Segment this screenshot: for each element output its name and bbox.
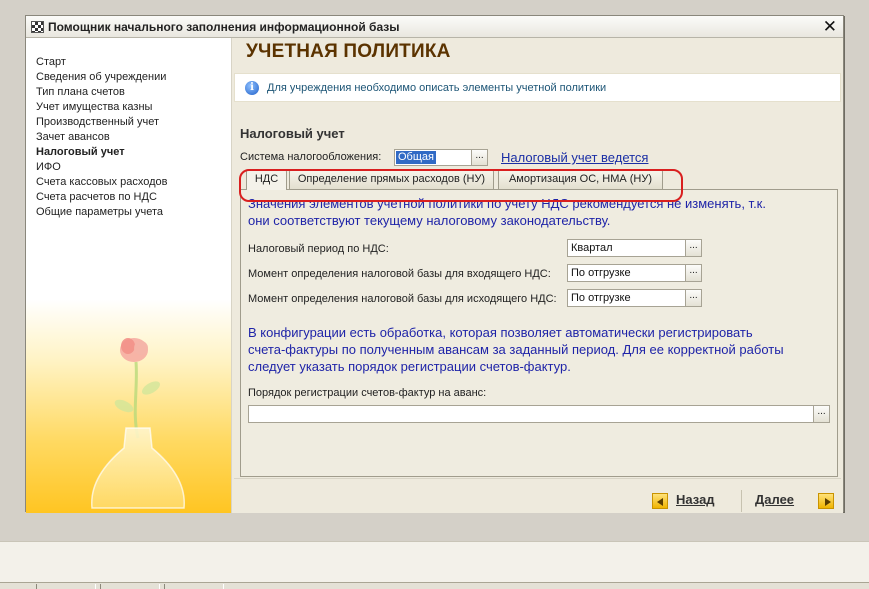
vat-note-line-2: они соответствуют текущему налоговому за… (248, 213, 611, 228)
sidebar-item-vat-accounts[interactable]: Счета расчетов по НДС (36, 190, 167, 205)
sidebar-nav: Старт Сведения об учреждении Тип плана с… (36, 55, 167, 220)
sidebar-item-tax-accounting[interactable]: Налоговый учет (36, 145, 167, 160)
page-title: УЧЕТНАЯ ПОЛИТИКА (246, 41, 451, 62)
assistant-window: Помощник начального заполнения информаци… (25, 15, 844, 513)
taskbar-button[interactable] (36, 584, 96, 589)
next-button[interactable]: Далее (755, 492, 794, 507)
sidebar-item-advances-offset[interactable]: Зачет авансов (36, 130, 167, 145)
sidebar-item-treasury-property[interactable]: Учет имущества казны (36, 100, 167, 115)
info-text: Для учреждения необходимо описать элемен… (267, 82, 607, 94)
tax-system-select-button[interactable]: ... (471, 149, 488, 166)
invoice-order-select-button[interactable]: ... (813, 405, 830, 423)
back-arrow-icon[interactable] (652, 493, 668, 509)
vat-period-select-button[interactable]: ... (685, 239, 702, 257)
tab-vat[interactable]: НДС (246, 169, 287, 190)
invoice-order-label: Порядок регистрации счетов-фактур на ава… (248, 387, 487, 399)
vat-period-label: Налоговый период по НДС: (248, 243, 389, 255)
section-title: Налоговый учет (240, 126, 345, 141)
taskbar-button[interactable] (164, 584, 224, 589)
outgoing-vat-field[interactable]: По отгрузке (567, 289, 686, 307)
incoming-vat-label: Момент определения налоговой базы для вх… (248, 268, 551, 280)
vat-period-field[interactable]: Квартал (567, 239, 686, 257)
rose-vase-illustration (91, 338, 185, 509)
info-banner: i Для учреждения необходимо описать элем… (234, 73, 841, 102)
taskbar-button[interactable] (100, 584, 160, 589)
incoming-vat-field[interactable]: По отгрузке (567, 264, 686, 282)
processing-note-line-1: В конфигурации есть обработка, которая п… (248, 325, 753, 340)
incoming-vat-select-button[interactable]: ... (685, 264, 702, 282)
tax-system-value: Общая (396, 151, 436, 164)
sidebar-item-start[interactable]: Старт (36, 55, 167, 70)
processing-note-line-3: следует указать порядок регистрации счет… (248, 359, 571, 374)
footer-separator (741, 490, 742, 512)
window-title: Помощник начального заполнения информаци… (48, 20, 400, 34)
tax-accounting-link[interactable]: Налоговый учет ведется (501, 150, 648, 165)
tax-system-field[interactable]: Общая (394, 149, 472, 166)
sidebar: Старт Сведения об учреждении Тип плана с… (26, 38, 232, 513)
tab-direct-costs[interactable]: Определение прямых расходов (НУ) (289, 169, 494, 189)
footer-divider (234, 478, 841, 479)
vat-note-line-1: Значения элементов учетной политики по у… (248, 196, 766, 211)
outgoing-vat-select-button[interactable]: ... (685, 289, 702, 307)
invoice-order-field[interactable] (248, 405, 814, 423)
close-icon[interactable]: ✕ (823, 17, 837, 37)
sidebar-item-institution-info[interactable]: Сведения об учреждении (36, 70, 167, 85)
info-icon: i (245, 81, 259, 95)
vat-tab-panel: Значения элементов учетной политики по у… (240, 189, 838, 477)
title-bar[interactable]: Помощник начального заполнения информаци… (26, 16, 843, 38)
main-panel: УЧЕТНАЯ ПОЛИТИКА i Для учреждения необхо… (232, 38, 843, 513)
outgoing-vat-label: Момент определения налоговой базы для ис… (248, 293, 557, 305)
sidebar-item-chart-of-accounts-type[interactable]: Тип плана счетов (36, 85, 167, 100)
tab-depreciation[interactable]: Амортизация ОС, НМА (НУ) (498, 169, 663, 189)
sidebar-item-cash-expense-accounts[interactable]: Счета кассовых расходов (36, 175, 167, 190)
processing-note-line-2: счета-фактуры по полученным авансам за з… (248, 342, 784, 357)
sidebar-item-ifo[interactable]: ИФО (36, 160, 167, 175)
app-icon (31, 21, 44, 33)
back-button[interactable]: Назад (676, 492, 715, 507)
tax-system-label: Система налогообложения: (240, 151, 382, 163)
sidebar-item-production-accounting[interactable]: Производственный учет (36, 115, 167, 130)
sidebar-item-general-parameters[interactable]: Общие параметры учета (36, 205, 167, 220)
next-arrow-icon[interactable] (818, 493, 834, 509)
